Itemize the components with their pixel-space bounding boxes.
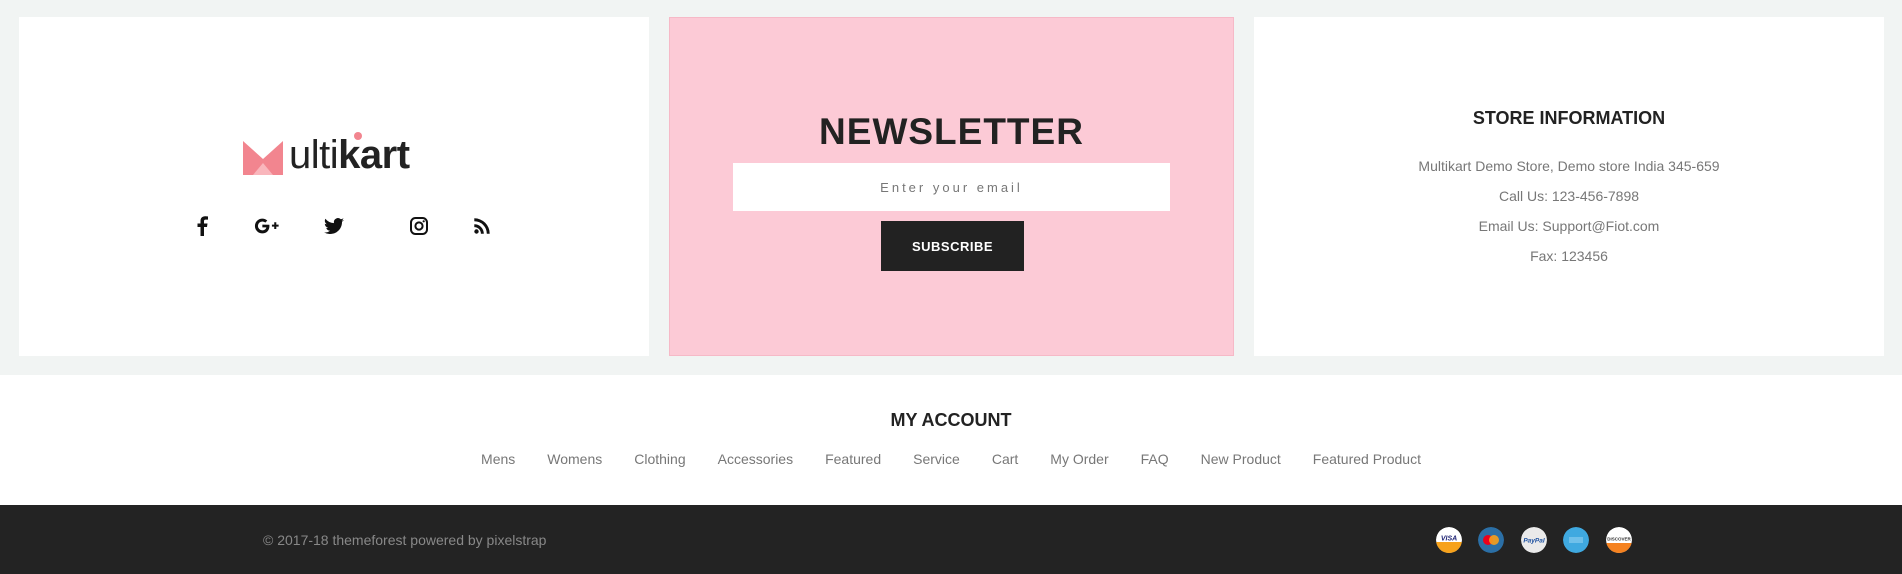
account-link-mens[interactable]: Mens: [465, 451, 531, 467]
logo-text: ultikart: [289, 135, 410, 175]
logo-card: ultikart: [19, 17, 649, 356]
rss-icon[interactable]: [469, 213, 495, 239]
logo-dot-icon: [354, 132, 362, 140]
google-plus-icon[interactable]: [254, 213, 280, 239]
account-link-clothing[interactable]: Clothing: [618, 451, 701, 467]
store-info-title: STORE INFORMATION: [1472, 108, 1666, 128]
my-account-section: MY ACCOUNT Mens Womens Clothing Accessor…: [0, 375, 1902, 505]
logo-text-thin: ulti: [289, 133, 339, 177]
svg-text:VISA: VISA: [1441, 536, 1457, 543]
footer-top-section: ultikart NEWSLETTER SUBSCRIBE: [0, 0, 1902, 375]
copyright-text: © 2017-18 themeforest powered by pixelst…: [263, 532, 547, 548]
store-fax: Fax: 123456: [1530, 248, 1608, 264]
discover-icon: DISCOVER: [1606, 527, 1632, 553]
store-address: Multikart Demo Store, Demo store India 3…: [1418, 158, 1720, 174]
subscribe-button[interactable]: SUBSCRIBE: [881, 221, 1024, 271]
account-link-new-product[interactable]: New Product: [1185, 451, 1297, 467]
svg-text:DISCOVER: DISCOVER: [1607, 537, 1631, 542]
store-phone: Call Us: 123-456-7898: [1498, 188, 1640, 204]
logo-text-bold: kart: [338, 133, 410, 177]
account-link-accessories[interactable]: Accessories: [702, 451, 809, 467]
copyright-bar: © 2017-18 themeforest powered by pixelst…: [0, 505, 1902, 574]
store-email: Email Us: Support@Fiot.com: [1478, 218, 1660, 234]
account-links: Mens Womens Clothing Accessories Feature…: [0, 451, 1902, 467]
american-express-icon: [1563, 527, 1589, 553]
account-link-featured[interactable]: Featured: [809, 451, 897, 467]
visa-icon: VISA: [1436, 527, 1462, 553]
svg-text:PayPal: PayPal: [1523, 538, 1545, 545]
account-link-featured-product[interactable]: Featured Product: [1297, 451, 1437, 467]
twitter-icon[interactable]: [321, 213, 347, 239]
instagram-icon[interactable]: [406, 213, 432, 239]
my-account-title: MY ACCOUNT: [890, 410, 1012, 430]
store-information-card: STORE INFORMATION Multikart Demo Store, …: [1254, 17, 1884, 356]
account-link-service[interactable]: Service: [897, 451, 976, 467]
crown-m-logo-icon: [243, 141, 283, 175]
newsletter-card: NEWSLETTER SUBSCRIBE: [669, 17, 1234, 356]
paypal-icon: PayPal: [1521, 527, 1547, 553]
facebook-icon[interactable]: [189, 213, 215, 239]
email-input[interactable]: [733, 163, 1170, 211]
account-link-faq[interactable]: FAQ: [1125, 451, 1185, 467]
social-links: [19, 213, 649, 243]
account-link-womens[interactable]: Womens: [531, 451, 618, 467]
mastercard-icon: [1478, 527, 1504, 553]
multikart-logo[interactable]: ultikart: [243, 135, 410, 175]
account-link-my-order[interactable]: My Order: [1034, 451, 1124, 467]
newsletter-title: NEWSLETTER: [819, 111, 1084, 152]
account-link-cart[interactable]: Cart: [976, 451, 1034, 467]
